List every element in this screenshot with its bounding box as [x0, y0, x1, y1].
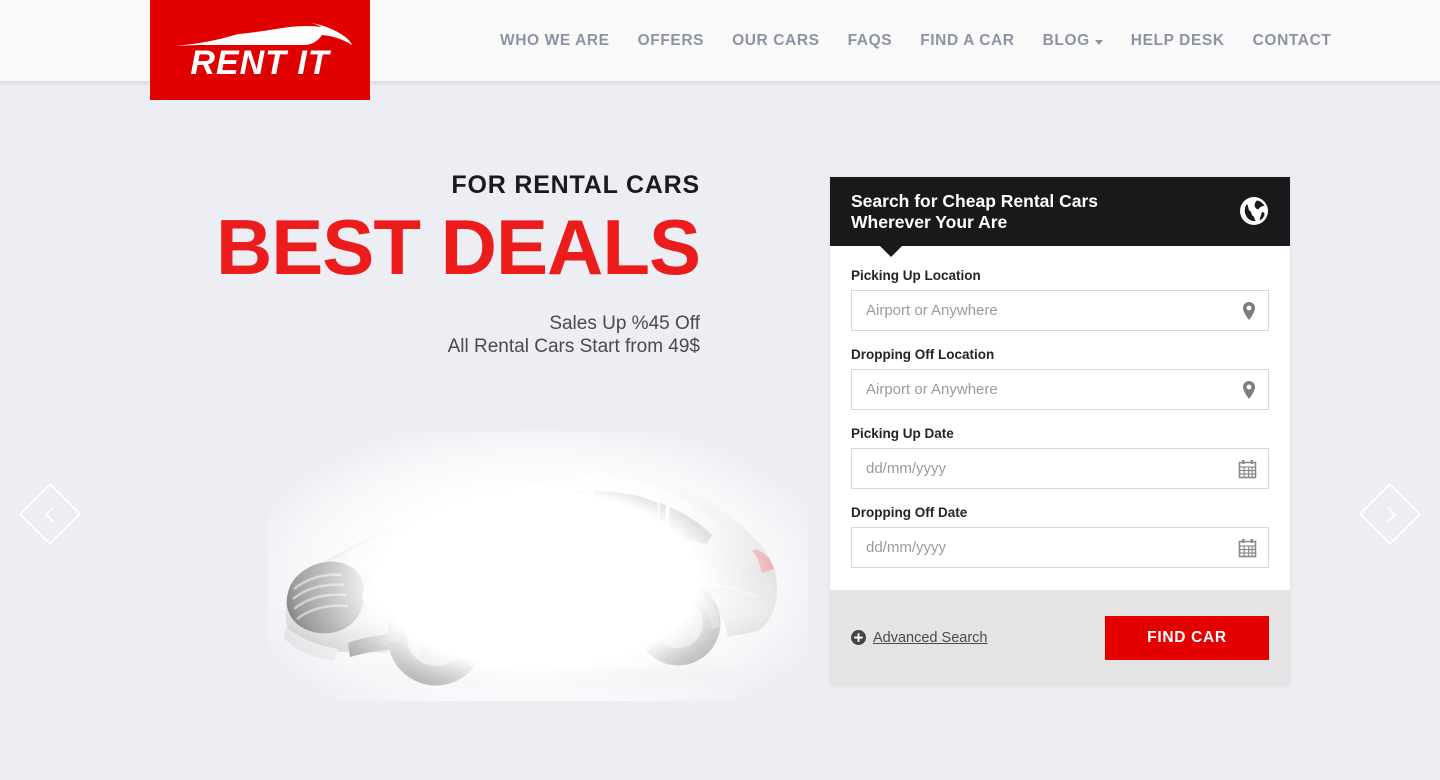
nav-item-contact[interactable]: CONTACT: [1253, 32, 1332, 50]
hero-subline-1: Sales Up %45 Off: [549, 313, 700, 335]
input-wrapper[interactable]: [851, 527, 1269, 568]
globe-icon: [1240, 197, 1268, 225]
nav-item-offers[interactable]: OFFERS: [638, 32, 704, 50]
nav-label: OUR CARS: [732, 31, 820, 49]
find-car-button[interactable]: FIND CAR: [1105, 615, 1269, 660]
search-panel: Search for Cheap Rental Cars Wherever Yo…: [830, 177, 1290, 685]
dropping-off-date-input[interactable]: [852, 528, 1268, 567]
chevron-down-icon: [1094, 39, 1103, 45]
advanced-search-link[interactable]: Advanced Search: [851, 630, 987, 646]
site-logo[interactable]: RENT IT: [150, 0, 370, 100]
field-label: Dropping Off Location: [851, 347, 995, 362]
nav-item-blog[interactable]: BLOG: [1043, 32, 1103, 50]
field-label: Picking Up Date: [851, 426, 954, 441]
picking-up-location-input[interactable]: [852, 291, 1268, 330]
nav-item-who-we-are[interactable]: WHO WE ARE: [500, 32, 610, 50]
input-wrapper[interactable]: [851, 448, 1269, 489]
page-root: WHO WE ARE OFFERS OUR CARS FAQS FIND A C…: [0, 0, 1440, 780]
field-dropping-off-date: Dropping Off Date: [851, 505, 1269, 568]
hero-kicker: FOR RENTAL CARS: [451, 171, 700, 199]
field-picking-up-location: Picking Up Location: [851, 268, 1269, 331]
carousel-prev-button[interactable]: [18, 482, 82, 546]
nav-item-find-a-car[interactable]: FIND A CAR: [920, 32, 1014, 50]
field-picking-up-date: Picking Up Date: [851, 426, 1269, 489]
input-wrapper[interactable]: [851, 369, 1269, 410]
advanced-search-label: Advanced Search: [873, 629, 988, 646]
field-dropping-off-location: Dropping Off Location: [851, 347, 1269, 410]
nav-label: BLOG: [1042, 31, 1090, 49]
dropping-off-location-input[interactable]: [852, 370, 1268, 409]
nav-item-our-cars[interactable]: OUR CARS: [732, 32, 819, 50]
input-wrapper[interactable]: [851, 290, 1269, 331]
nav-label: FIND A CAR: [920, 31, 1015, 49]
nav-label: FAQS: [847, 31, 893, 49]
main-navigation: WHO WE ARE OFFERS OUR CARS FAQS FIND A C…: [500, 0, 1331, 81]
hero-copy: FOR RENTAL CARS BEST DEALS Sales Up %45 …: [180, 171, 701, 357]
nav-item-help-desk[interactable]: HELP DESK: [1131, 32, 1225, 50]
nav-label: WHO WE ARE: [500, 31, 610, 49]
carousel-next-button[interactable]: [1358, 482, 1422, 546]
nav-label: OFFERS: [637, 31, 705, 49]
field-label: Dropping Off Date: [851, 505, 968, 520]
search-panel-header: Search for Cheap Rental Cars Wherever Yo…: [830, 177, 1290, 257]
field-label: Picking Up Location: [851, 268, 981, 283]
plus-circle-icon: [851, 630, 866, 645]
car-glow: [268, 431, 808, 701]
hero-title: BEST DEALS: [215, 203, 701, 291]
logo-text: RENT IT: [190, 44, 330, 82]
search-form: Picking Up Location Dropping Off Locatio…: [830, 246, 1290, 590]
hero-subline-2: All Rental Cars Start from 49$: [447, 335, 700, 357]
panel-notch: [880, 246, 902, 257]
search-panel-title: Search for Cheap Rental Cars Wherever Yo…: [851, 191, 1099, 233]
nav-item-faqs[interactable]: FAQS: [848, 32, 893, 50]
nav-label: HELP DESK: [1130, 31, 1225, 49]
nav-label: CONTACT: [1252, 31, 1332, 49]
picking-up-date-input[interactable]: [852, 449, 1268, 488]
hero-car-image: [258, 411, 818, 711]
search-panel-footer: Advanced Search FIND CAR: [830, 590, 1290, 685]
